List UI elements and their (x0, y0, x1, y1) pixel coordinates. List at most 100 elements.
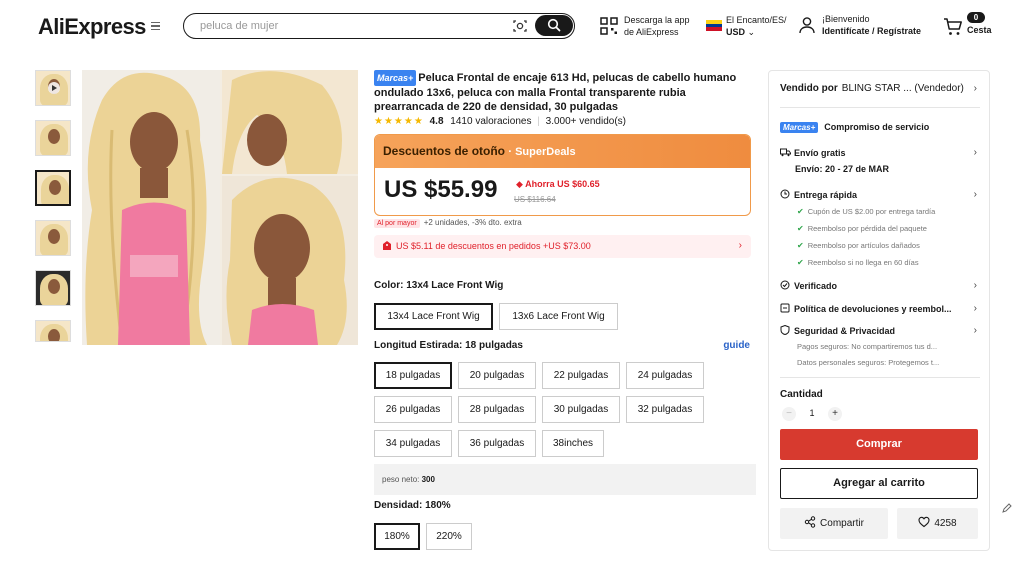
brand-plus-badge: Marcas+ (780, 122, 819, 133)
returns-row[interactable]: Política de devoluciones y reembol... (780, 303, 952, 314)
play-icon (48, 82, 60, 94)
top-header: AliExpress Descarga la app de AliExpress (0, 0, 1024, 52)
buy-now-button[interactable]: Comprar (780, 429, 978, 460)
increase-quantity-button[interactable]: + (828, 407, 842, 421)
app-download-text: Descarga la app de AliExpress (624, 15, 690, 37)
return-icon (780, 303, 790, 313)
security-row[interactable]: Seguridad & Privacidad (780, 325, 895, 336)
length-label: Longitud Estirada: 18 pulgadas (374, 340, 523, 351)
truck-icon (780, 148, 791, 157)
length-option-32[interactable]: 32 pulgadas (626, 396, 704, 423)
fast-item: ✔ Reembolso si no llega en 60 días (797, 258, 919, 267)
deal-header: Descuentos de otoño · SuperDeals (375, 135, 750, 168)
fast-item: ✔ Reembolso por pérdida del paquete (797, 224, 927, 233)
main-product-image[interactable] (82, 70, 358, 345)
thumbnail-image[interactable] (35, 220, 71, 256)
qr-code-icon (600, 17, 618, 35)
length-option-28[interactable]: 28 pulgadas (458, 396, 536, 423)
net-weight: peso neto: 300 (374, 464, 756, 495)
fast-item: ✔ Cupón de US $2.00 por entrega tardía (797, 207, 936, 216)
check-icon: ✔ (797, 258, 804, 267)
fast-item: ✔ Reembolso por artículos dañados (797, 241, 920, 250)
quantity-label: Cantidad (780, 389, 823, 400)
chevron-down-icon: ⌄ (747, 27, 756, 37)
thumbnail-strip (35, 70, 73, 356)
density-option-180[interactable]: 180% (374, 523, 420, 550)
app-download[interactable]: Descarga la app de AliExpress (600, 14, 700, 38)
chevron-right-icon: › (973, 325, 977, 336)
length-option-18[interactable]: 18 pulgadas (374, 362, 452, 389)
verified-row[interactable]: Verificado (780, 280, 837, 291)
thumbnail-image-selected[interactable] (35, 170, 71, 206)
length-option-30[interactable]: 30 pulgadas (542, 396, 620, 423)
thumbnail-image[interactable] (35, 120, 71, 156)
tag-icon: ◆ (516, 179, 523, 189)
size-guide-link[interactable]: guide (723, 340, 750, 351)
quantity-value[interactable]: 1 (807, 408, 817, 418)
edit-icon[interactable] (1001, 502, 1013, 514)
camera-search-icon[interactable] (512, 18, 528, 34)
length-option-24[interactable]: 24 pulgadas (626, 362, 704, 389)
deal-box: Descuentos de otoño · SuperDeals US $55.… (374, 134, 751, 216)
reviews-link[interactable]: 1410 valoraciones (450, 116, 531, 127)
length-option-34[interactable]: 34 pulgadas (374, 430, 452, 457)
locale-text: El Encanto/ES/ USD ⌄ (726, 15, 787, 37)
thumbnail-video[interactable] (35, 70, 71, 106)
length-option-36[interactable]: 36 pulgadas (458, 430, 536, 457)
brand-plus-badge: Marcas+ (374, 70, 417, 86)
length-option-22[interactable]: 22 pulgadas (542, 362, 620, 389)
bulk-discount: Al por mayor +2 unidades, -3% dto. extra (374, 218, 522, 228)
thumbnail-image[interactable] (35, 270, 71, 306)
cart-count-badge: 0 (967, 12, 985, 23)
cart-button[interactable]: 0 Cesta (943, 12, 993, 40)
product-info: Marcas+ Peluca Frontal de encaje 613 Hd, … (374, 70, 756, 550)
color-option-13x4[interactable]: 13x4 Lace Front Wig (374, 303, 493, 330)
logo-text: AliExpress (38, 14, 146, 39)
add-to-cart-button[interactable]: Agregar al carrito (780, 468, 978, 499)
wishlist-button[interactable]: 4258 (897, 508, 978, 539)
saving-tag: ◆ Ahorra US $60.65 (516, 179, 600, 189)
security-item: Datos personales seguros: Protegemos t..… (797, 358, 940, 367)
free-shipping-row[interactable]: Envío gratis (780, 147, 846, 158)
aliexpress-logo[interactable]: AliExpress (38, 14, 146, 40)
thumbnail-image[interactable] (35, 320, 71, 342)
menu-icon[interactable] (151, 22, 160, 30)
fast-delivery-row[interactable]: Entrega rápida (780, 189, 857, 200)
coupon-banner[interactable]: US $5.11 de descuentos en pedidos +US $7… (374, 235, 751, 258)
color-option-13x6[interactable]: 13x6 Lace Front Wig (499, 303, 618, 330)
chevron-right-icon: › (973, 189, 977, 200)
search-button[interactable] (535, 15, 573, 36)
heart-icon (918, 516, 930, 528)
product-photo-collage (82, 70, 358, 345)
service-commitment: Marcas+ Compromiso de servicio (780, 122, 929, 133)
colombia-flag-icon (706, 20, 722, 32)
security-item: Pagos seguros: No compartiremos tus d... (797, 342, 938, 351)
length-option-20[interactable]: 20 pulgadas (458, 362, 536, 389)
locale-selector[interactable]: El Encanto/ES/ USD ⌄ (706, 14, 796, 38)
density-option-220[interactable]: 220% (426, 523, 472, 550)
chevron-right-icon: › (973, 280, 977, 291)
share-icon (804, 516, 816, 528)
user-icon (799, 17, 815, 34)
clock-icon (780, 189, 790, 199)
product-title: Marcas+ Peluca Frontal de encaje 613 Hd, … (374, 70, 737, 113)
color-label: Color: 13x4 Lace Front Wig (374, 280, 504, 291)
share-button[interactable]: Compartir (780, 508, 888, 539)
search-bar (183, 13, 575, 39)
length-option-26[interactable]: 26 pulgadas (374, 396, 452, 423)
decrease-quantity-button[interactable]: − (782, 407, 796, 421)
search-icon (547, 18, 561, 32)
length-option-38[interactable]: 38inches (542, 430, 604, 457)
search-input[interactable] (200, 18, 500, 34)
account-menu[interactable]: ¡Bienvenido Identifícate / Regístrate (798, 13, 928, 39)
shield-icon (780, 325, 790, 335)
star-rating-icon: ★★★★★ (374, 116, 424, 127)
rating-row: ★★★★★ 4.8 1410 valoraciones | 3.000+ ven… (374, 116, 626, 127)
coupon-icon (383, 241, 391, 250)
cart-label: Cesta (967, 25, 992, 35)
quantity-stepper: − 1 + (782, 407, 842, 421)
seller-link[interactable]: Vendido por BLING STAR ... (Vendedor) (780, 83, 964, 94)
original-price: US $116.64 (514, 195, 556, 204)
price: US $55.99 (384, 176, 498, 203)
shipping-dates: Envío: 20 - 27 de MAR (795, 164, 890, 174)
